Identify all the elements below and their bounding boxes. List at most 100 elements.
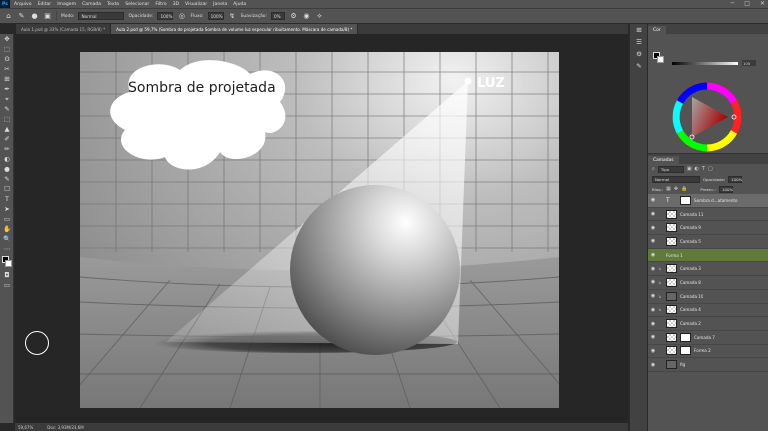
fill-field[interactable]: 100% <box>719 185 733 193</box>
layer-mask-thumbnail[interactable] <box>680 195 691 205</box>
layer-row[interactable]: ◉ Forma 1 <box>648 248 768 263</box>
filter-pixel-icon[interactable]: ▣ <box>687 166 692 172</box>
history-brush-icon[interactable]: ✐ <box>0 134 14 144</box>
brush-panel-icon[interactable]: ✎ <box>630 60 648 72</box>
gradient-tool-icon[interactable]: ◐ <box>0 154 14 164</box>
mode-select[interactable]: Normal <box>78 12 125 20</box>
pen-tool-icon[interactable]: ☐ <box>0 184 14 194</box>
document-canvas[interactable]: Sombra de projetada LUZ <box>80 52 559 408</box>
layer-row[interactable]: ◉ Camada 2 <box>648 317 768 331</box>
screen-mode-icon[interactable]: ▭ <box>0 280 14 290</box>
home-icon[interactable]: ⌂ <box>4 12 13 21</box>
eye-icon[interactable]: ◉ <box>648 225 658 231</box>
tab-aula-1[interactable]: Aula 1.psd @ 33% (Camada 15, RGB/8) * <box>16 24 112 34</box>
quick-mask-icon[interactable]: ◘ <box>0 270 14 280</box>
frame-tool-icon[interactable]: ✒ <box>0 84 14 94</box>
move-tool-icon[interactable]: ✥ <box>0 34 14 44</box>
menu-3d[interactable]: 3D <box>173 2 179 7</box>
menu-ajuda[interactable]: Ajuda <box>233 2 246 7</box>
layer-thumbnail[interactable] <box>666 236 677 246</box>
brush-settings-icon[interactable]: ▣ <box>43 12 52 21</box>
airbrush-icon[interactable]: ↯ <box>228 12 237 21</box>
filter-shape-icon[interactable]: ▢ <box>708 166 713 172</box>
eyedropper-tool-icon[interactable]: ⌖ <box>0 94 14 104</box>
history-panel-icon[interactable]: ⊞ <box>630 24 648 36</box>
menu-arquivo[interactable]: Arquivo <box>14 2 32 7</box>
layer-thumbnail[interactable] <box>666 264 677 274</box>
layer-thumbnail[interactable] <box>666 319 677 329</box>
close-button[interactable]: ✕ <box>760 0 765 7</box>
lasso-tool-icon[interactable]: ʘ <box>0 54 14 64</box>
eraser-tool-icon[interactable]: ✏ <box>0 144 14 154</box>
menu-visualizar[interactable]: Visualizar <box>185 2 207 7</box>
eye-icon[interactable]: ◉ <box>648 334 658 340</box>
eye-icon[interactable]: ◉ <box>648 197 658 203</box>
path-selection-icon[interactable]: ➤ <box>0 204 14 214</box>
layer-row[interactable]: ◉ Camada 11 <box>648 208 768 222</box>
layer-thumbnail[interactable] <box>666 291 677 301</box>
layer-thumbnail[interactable] <box>666 223 677 233</box>
menu-imagem[interactable]: Imagem <box>57 2 76 7</box>
eye-icon[interactable]: ◉ <box>648 279 658 285</box>
brush-tool-icon[interactable]: ⬚ <box>0 114 14 124</box>
layer-row[interactable]: ◉ ↳ Camada 3 <box>648 262 768 277</box>
eye-icon[interactable]: ◉ <box>648 211 658 217</box>
more-tools-icon[interactable]: ⋯ <box>0 244 14 254</box>
blend-mode-select[interactable]: Normal <box>652 175 700 183</box>
eye-icon[interactable]: ◉ <box>648 293 658 299</box>
gear-icon[interactable]: ⚙ <box>289 12 298 21</box>
eye-icon[interactable]: ◉ <box>648 362 658 368</box>
layer-thumbnail[interactable] <box>666 360 677 370</box>
zoom-tool-icon[interactable]: 🔍 <box>0 234 14 244</box>
eye-icon[interactable]: ◉ <box>648 348 658 354</box>
zoom-level[interactable]: 59,67% <box>18 425 33 430</box>
menu-camada[interactable]: Camada <box>82 2 101 7</box>
layer-mask-thumbnail[interactable] <box>680 332 691 342</box>
flow-field[interactable]: 100% <box>207 12 224 20</box>
tab-aula-2[interactable]: Aula 2.psd @ 59,7% (Sombra de projetada … <box>111 24 359 34</box>
crop-tool-icon[interactable]: ⊞ <box>0 74 14 84</box>
menu-editar[interactable]: Editar <box>38 2 52 7</box>
hand-tool-icon[interactable]: ✋ <box>0 224 14 234</box>
maximize-button[interactable]: □ <box>744 0 750 7</box>
eye-icon[interactable]: ◉ <box>648 238 658 244</box>
menu-janela[interactable]: Janela <box>213 2 227 7</box>
layer-thumbnail[interactable] <box>666 209 677 219</box>
adjustments-panel-icon[interactable]: ⚙ <box>630 48 648 60</box>
color-swatches[interactable] <box>0 254 14 270</box>
layer-thumbnail[interactable] <box>666 277 677 287</box>
layer-row[interactable]: ◉ ↳ Camada 10 <box>648 290 768 304</box>
brightness-value[interactable]: 100 <box>742 60 756 66</box>
layer-row[interactable]: ◉ Camada 5 <box>648 235 768 249</box>
brush-tool-icon[interactable]: ✎ <box>17 12 26 21</box>
clone-stamp-icon[interactable]: ▲ <box>0 124 14 134</box>
layer-filter-select[interactable]: Tipo <box>657 165 684 173</box>
lock-pixels-icon[interactable]: ▦ <box>666 186 671 192</box>
filter-adjust-icon[interactable]: ◐ <box>695 166 699 172</box>
layer-row[interactable]: ◉ ↳ Camada 4 <box>648 304 768 318</box>
layer-mask-thumbnail[interactable] <box>680 346 691 356</box>
eye-icon[interactable]: ◉ <box>648 252 658 258</box>
opacity-field[interactable]: 100% <box>157 12 174 20</box>
eye-icon[interactable]: ◉ <box>648 321 658 327</box>
layer-row[interactable]: ◉ Camada 9 <box>648 221 768 236</box>
type-tool-icon[interactable]: T <box>0 194 14 204</box>
eye-icon[interactable]: ◉ <box>648 307 658 313</box>
smoothing-field[interactable]: 0% <box>270 12 285 20</box>
blur-tool-icon[interactable]: ● <box>0 164 14 174</box>
tab-layers[interactable]: Camadas <box>648 156 679 164</box>
minimize-button[interactable]: ─ <box>731 0 735 7</box>
properties-panel-icon[interactable]: ☰ <box>630 36 648 48</box>
layer-row[interactable]: ◉ fig <box>648 358 768 372</box>
color-wheel[interactable] <box>672 82 742 152</box>
rectangle-tool-icon[interactable]: ▭ <box>0 214 14 224</box>
pressure-opacity-icon[interactable]: ◎ <box>177 12 186 21</box>
symmetry-icon[interactable]: ⟡ <box>315 12 324 21</box>
layer-row[interactable]: ◉ T Sombra d...atamento <box>648 194 768 208</box>
app-logo[interactable]: Ps <box>0 0 10 8</box>
layer-row[interactable]: ◉ Forma 2 <box>648 345 768 359</box>
layer-row[interactable]: ◉ Camada 7 <box>648 331 768 345</box>
menu-texto[interactable]: Texto <box>107 2 119 7</box>
layer-thumbnail[interactable] <box>666 346 677 356</box>
menu-selecionar[interactable]: Selecionar <box>125 2 149 7</box>
